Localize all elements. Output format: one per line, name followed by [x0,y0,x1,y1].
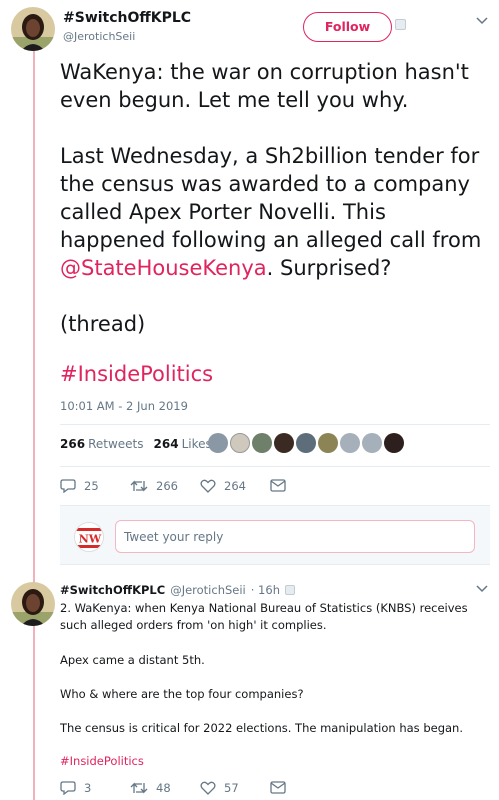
reply-line-2: Apex came a distant 5th. [60,653,205,667]
retweet-icon [130,781,148,794]
message-action[interactable] [270,479,286,492]
chevron-down-icon[interactable] [476,585,488,593]
retweet-action[interactable]: 48 [130,781,200,795]
retweet-icon [130,479,148,492]
reply-line-4: The census is critical for 2022 election… [60,721,463,735]
reply-input[interactable]: Tweet your reply [115,520,475,553]
like-action[interactable]: 57 [200,781,270,795]
like-count: 264 [153,437,179,451]
avatar[interactable] [11,7,55,51]
divider [60,424,490,425]
author-name[interactable]: #SwitchOffKPLC [63,10,191,26]
author-handle[interactable]: @JerotichSeii [63,30,135,43]
mention-link[interactable]: @StateHouseKenya [60,256,267,280]
reply-action[interactable]: 25 [60,478,130,493]
reply-count: 25 [84,478,99,493]
timestamp[interactable]: 10:01 AM - 2 Jun 2019 [60,399,188,413]
heart-icon [200,781,216,795]
chevron-down-icon[interactable] [476,17,488,25]
reply-author-handle[interactable]: @JerotichSeii [170,583,246,597]
notification-icon[interactable] [395,19,406,30]
retweet-label: Retweets [88,437,144,451]
liker-avatar[interactable] [230,433,250,453]
reply-count: 3 [84,780,92,795]
reply-actions: 3 48 57 [60,780,286,795]
tweet-text-part1: WaKenya: the war on corruption hasn't ev… [60,60,482,252]
follow-button[interactable]: Follow [303,12,392,42]
like-action-count: 264 [224,478,246,493]
follow-button-label: Follow [324,18,371,34]
liker-avatar[interactable] [274,433,294,453]
user-avatar[interactable]: NW [74,522,104,552]
hashtag-link[interactable]: #InsidePolitics [60,362,213,386]
reply-author-name[interactable]: #SwitchOffKPLC [60,583,165,597]
reply-line-1: 2. WaKenya: when Kenya National Bureau o… [60,601,468,632]
retweet-action-count: 266 [156,478,178,493]
liker-avatar[interactable] [296,433,316,453]
reply-icon [60,479,76,493]
reply-time[interactable]: · 16h [251,583,280,597]
liker-avatar[interactable] [340,433,360,453]
liker-avatar[interactable] [252,433,272,453]
tweet-text: WaKenya: the war on corruption hasn't ev… [60,58,490,338]
heart-icon [200,479,216,493]
envelope-icon [270,479,286,492]
thread-line [33,50,35,585]
reply-line-3: Who & where are the top four companies? [60,687,304,701]
liker-avatar[interactable] [318,433,338,453]
retweet-action[interactable]: 266 [130,479,200,493]
thread-line-lower [33,625,35,800]
reply-icon [60,781,76,795]
retweet-count: 266 [60,437,86,451]
tweet-actions: 25 266 264 [60,478,286,493]
divider [60,466,490,467]
retweet-count: 48 [156,780,171,795]
reply-hashtag-link[interactable]: #InsidePolitics [60,753,490,770]
like-count: 57 [224,780,239,795]
liker-avatar[interactable] [384,433,404,453]
retweet-stat[interactable]: 266 Retweets [60,437,144,451]
message-action[interactable] [270,781,286,794]
liker-avatar[interactable] [208,433,228,453]
envelope-icon [270,781,286,794]
logo-text: NW [79,533,102,546]
like-action[interactable]: 264 [200,479,270,493]
engagement-stats: 266 Retweets 264 Likes [60,437,212,451]
notification-icon[interactable] [284,585,295,595]
reply-action[interactable]: 3 [60,780,130,795]
liker-avatar[interactable] [362,433,382,453]
like-stat[interactable]: 264 Likes [154,437,212,451]
reply-avatar[interactable] [11,582,55,626]
reply-header: #SwitchOffKPLC @JerotichSeii · 16h [60,583,295,597]
likers-avatars [208,433,404,453]
